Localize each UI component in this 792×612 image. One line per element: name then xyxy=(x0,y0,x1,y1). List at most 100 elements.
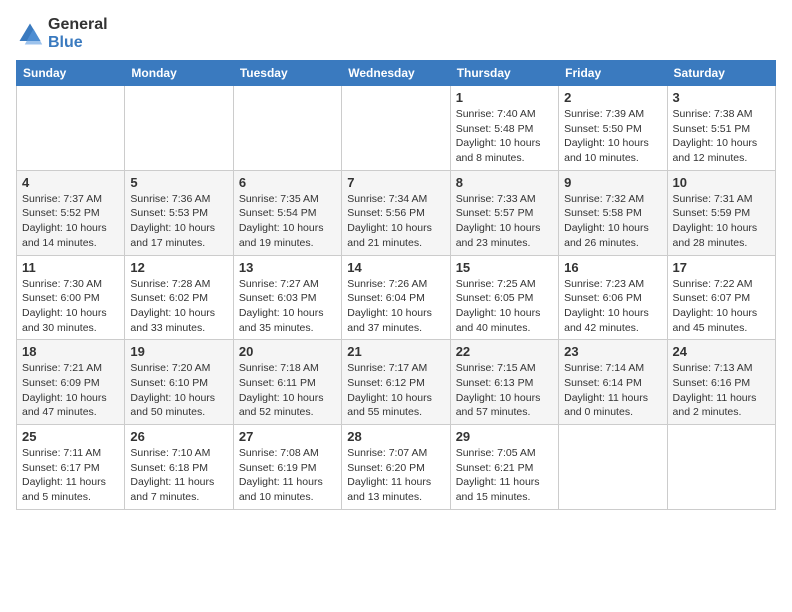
day-number: 13 xyxy=(239,260,336,275)
weekday-header: Friday xyxy=(559,61,667,86)
day-number: 11 xyxy=(22,260,119,275)
calendar-cell: 22 Sunrise: 7:15 AM Sunset: 6:13 PM Dayli… xyxy=(450,340,558,425)
calendar-cell: 27 Sunrise: 7:08 AM Sunset: 6:19 PM Dayli… xyxy=(233,425,341,510)
day-detail: Sunrise: 7:15 AM Sunset: 6:13 PM Dayligh… xyxy=(456,361,553,420)
day-detail: Sunrise: 7:38 AM Sunset: 5:51 PM Dayligh… xyxy=(673,107,770,166)
weekday-header: Thursday xyxy=(450,61,558,86)
calendar-week: 25 Sunrise: 7:11 AM Sunset: 6:17 PM Dayli… xyxy=(17,425,776,510)
day-number: 8 xyxy=(456,175,553,190)
day-detail: Sunrise: 7:31 AM Sunset: 5:59 PM Dayligh… xyxy=(673,192,770,251)
calendar-cell: 2 Sunrise: 7:39 AM Sunset: 5:50 PM Daylig… xyxy=(559,86,667,171)
calendar-week: 11 Sunrise: 7:30 AM Sunset: 6:00 PM Dayli… xyxy=(17,255,776,340)
calendar-cell: 20Sunrise: 7:18 AM Sunset: 6:11 PM Dayli… xyxy=(233,340,341,425)
calendar-cell xyxy=(342,86,450,171)
day-detail: Sunrise: 7:27 AM Sunset: 6:03 PM Dayligh… xyxy=(239,277,336,336)
day-number: 2 xyxy=(564,90,661,105)
calendar-cell: 24Sunrise: 7:13 AM Sunset: 6:16 PM Dayli… xyxy=(667,340,775,425)
calendar-week: 18 Sunrise: 7:21 AM Sunset: 6:09 PM Dayli… xyxy=(17,340,776,425)
day-number: 19 xyxy=(130,344,227,359)
day-number: 5 xyxy=(130,175,227,190)
calendar-cell: 13 Sunrise: 7:27 AM Sunset: 6:03 PM Dayli… xyxy=(233,255,341,340)
day-detail: Sunrise: 7:08 AM Sunset: 6:19 PM Dayligh… xyxy=(239,446,336,505)
calendar-cell: 12Sunrise: 7:28 AM Sunset: 6:02 PM Dayli… xyxy=(125,255,233,340)
day-detail: Sunrise: 7:17 AM Sunset: 6:12 PM Dayligh… xyxy=(347,361,444,420)
day-number: 22 xyxy=(456,344,553,359)
day-number: 27 xyxy=(239,429,336,444)
day-detail: Sunrise: 7:30 AM Sunset: 6:00 PM Dayligh… xyxy=(22,277,119,336)
calendar-table: SundayMondayTuesdayWednesdayThursdayFrid… xyxy=(16,60,776,510)
calendar-cell xyxy=(233,86,341,171)
day-detail: Sunrise: 7:26 AM Sunset: 6:04 PM Dayligh… xyxy=(347,277,444,336)
day-detail: Sunrise: 7:05 AM Sunset: 6:21 PM Dayligh… xyxy=(456,446,553,505)
day-detail: Sunrise: 7:21 AM Sunset: 6:09 PM Dayligh… xyxy=(22,361,119,420)
day-number: 23 xyxy=(564,344,661,359)
calendar-week: 1 Sunrise: 7:40 AM Sunset: 5:48 PM Daylig… xyxy=(17,86,776,171)
calendar-cell: 19 Sunrise: 7:20 AM Sunset: 6:10 PM Dayli… xyxy=(125,340,233,425)
logo: General Blue xyxy=(16,16,108,52)
day-detail: Sunrise: 7:20 AM Sunset: 6:10 PM Dayligh… xyxy=(130,361,227,420)
day-detail: Sunrise: 7:13 AM Sunset: 6:16 PM Dayligh… xyxy=(673,361,770,420)
day-detail: Sunrise: 7:37 AM Sunset: 5:52 PM Dayligh… xyxy=(22,192,119,251)
calendar-week: 4 Sunrise: 7:37 AM Sunset: 5:52 PM Daylig… xyxy=(17,170,776,255)
page-header: General Blue xyxy=(16,16,776,52)
day-detail: Sunrise: 7:32 AM Sunset: 5:58 PM Dayligh… xyxy=(564,192,661,251)
calendar-cell: 5 Sunrise: 7:36 AM Sunset: 5:53 PM Daylig… xyxy=(125,170,233,255)
logo-text: General Blue xyxy=(48,16,108,52)
calendar-cell: 28 Sunrise: 7:07 AM Sunset: 6:20 PM Dayli… xyxy=(342,425,450,510)
calendar-cell: 18 Sunrise: 7:21 AM Sunset: 6:09 PM Dayli… xyxy=(17,340,125,425)
calendar-cell: 8 Sunrise: 7:33 AM Sunset: 5:57 PM Daylig… xyxy=(450,170,558,255)
calendar-cell: 4 Sunrise: 7:37 AM Sunset: 5:52 PM Daylig… xyxy=(17,170,125,255)
day-number: 18 xyxy=(22,344,119,359)
day-detail: Sunrise: 7:22 AM Sunset: 6:07 PM Dayligh… xyxy=(673,277,770,336)
calendar-cell: 10 Sunrise: 7:31 AM Sunset: 5:59 PM Dayli… xyxy=(667,170,775,255)
day-number: 21 xyxy=(347,344,444,359)
day-number: 12 xyxy=(130,260,227,275)
calendar-cell: 1 Sunrise: 7:40 AM Sunset: 5:48 PM Daylig… xyxy=(450,86,558,171)
day-detail: Sunrise: 7:39 AM Sunset: 5:50 PM Dayligh… xyxy=(564,107,661,166)
weekday-header: Wednesday xyxy=(342,61,450,86)
day-detail: Sunrise: 7:35 AM Sunset: 5:54 PM Dayligh… xyxy=(239,192,336,251)
calendar-cell: 15 Sunrise: 7:25 AM Sunset: 6:05 PM Dayli… xyxy=(450,255,558,340)
day-detail: Sunrise: 7:40 AM Sunset: 5:48 PM Dayligh… xyxy=(456,107,553,166)
day-number: 6 xyxy=(239,175,336,190)
weekday-header: Tuesday xyxy=(233,61,341,86)
day-detail: Sunrise: 7:10 AM Sunset: 6:18 PM Dayligh… xyxy=(130,446,227,505)
day-detail: Sunrise: 7:34 AM Sunset: 5:56 PM Dayligh… xyxy=(347,192,444,251)
day-number: 26 xyxy=(130,429,227,444)
calendar-cell: 21 Sunrise: 7:17 AM Sunset: 6:12 PM Dayli… xyxy=(342,340,450,425)
weekday-header: Monday xyxy=(125,61,233,86)
day-detail: Sunrise: 7:07 AM Sunset: 6:20 PM Dayligh… xyxy=(347,446,444,505)
day-detail: Sunrise: 7:11 AM Sunset: 6:17 PM Dayligh… xyxy=(22,446,119,505)
calendar-cell: 3 Sunrise: 7:38 AM Sunset: 5:51 PM Daylig… xyxy=(667,86,775,171)
calendar-cell: 26 Sunrise: 7:10 AM Sunset: 6:18 PM Dayli… xyxy=(125,425,233,510)
calendar-cell: 25 Sunrise: 7:11 AM Sunset: 6:17 PM Dayli… xyxy=(17,425,125,510)
day-number: 14 xyxy=(347,260,444,275)
day-number: 4 xyxy=(22,175,119,190)
calendar-cell: 23Sunrise: 7:14 AM Sunset: 6:14 PM Dayli… xyxy=(559,340,667,425)
day-number: 3 xyxy=(673,90,770,105)
day-number: 17 xyxy=(673,260,770,275)
day-number: 16 xyxy=(564,260,661,275)
weekday-header: Saturday xyxy=(667,61,775,86)
calendar-cell: 11 Sunrise: 7:30 AM Sunset: 6:00 PM Dayli… xyxy=(17,255,125,340)
day-detail: Sunrise: 7:25 AM Sunset: 6:05 PM Dayligh… xyxy=(456,277,553,336)
day-number: 9 xyxy=(564,175,661,190)
calendar-cell: 6 Sunrise: 7:35 AM Sunset: 5:54 PM Daylig… xyxy=(233,170,341,255)
calendar-cell: 7Sunrise: 7:34 AM Sunset: 5:56 PM Daylig… xyxy=(342,170,450,255)
day-number: 28 xyxy=(347,429,444,444)
day-number: 25 xyxy=(22,429,119,444)
day-detail: Sunrise: 7:33 AM Sunset: 5:57 PM Dayligh… xyxy=(456,192,553,251)
day-number: 10 xyxy=(673,175,770,190)
calendar-cell: 14 Sunrise: 7:26 AM Sunset: 6:04 PM Dayli… xyxy=(342,255,450,340)
day-number: 20 xyxy=(239,344,336,359)
weekday-header: Sunday xyxy=(17,61,125,86)
calendar-cell xyxy=(125,86,233,171)
calendar-cell: 16 Sunrise: 7:23 AM Sunset: 6:06 PM Dayli… xyxy=(559,255,667,340)
calendar-cell xyxy=(17,86,125,171)
day-number: 15 xyxy=(456,260,553,275)
day-number: 1 xyxy=(456,90,553,105)
calendar-cell xyxy=(667,425,775,510)
day-detail: Sunrise: 7:23 AM Sunset: 6:06 PM Dayligh… xyxy=(564,277,661,336)
day-detail: Sunrise: 7:36 AM Sunset: 5:53 PM Dayligh… xyxy=(130,192,227,251)
day-number: 29 xyxy=(456,429,553,444)
